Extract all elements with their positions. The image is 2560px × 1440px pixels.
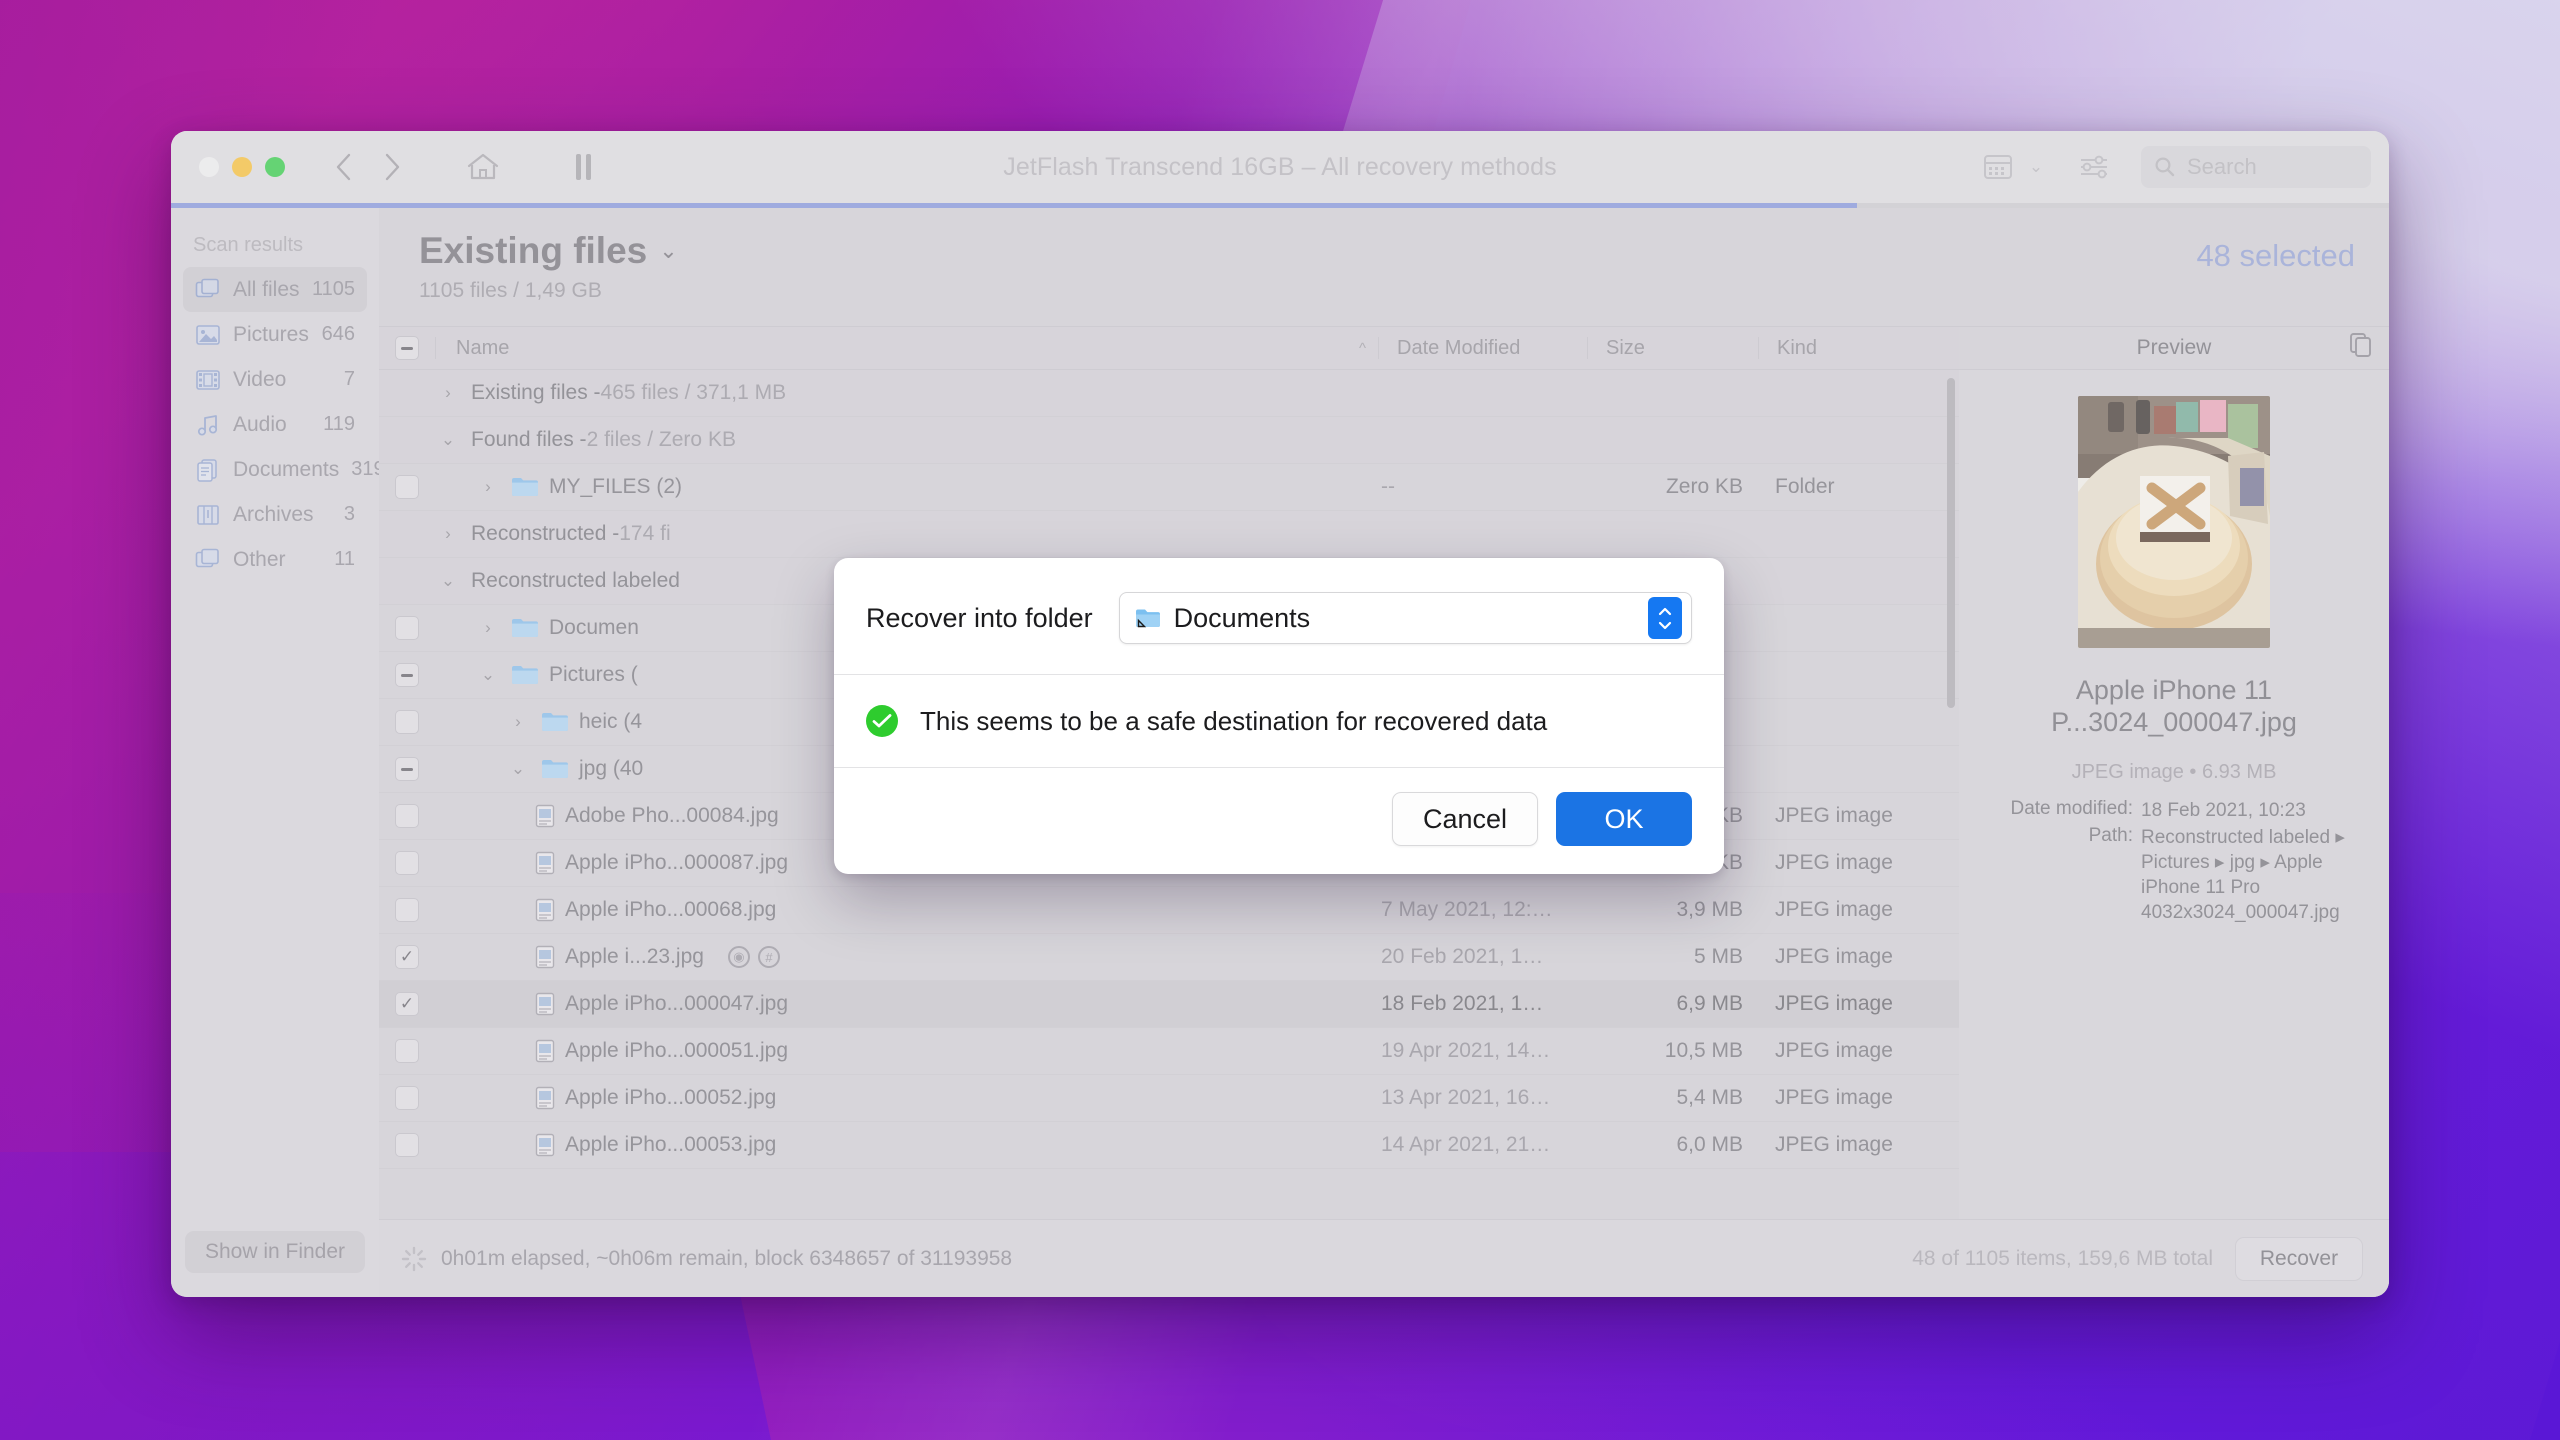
ok-button[interactable]: OK xyxy=(1556,792,1692,846)
folder-select-value: Documents xyxy=(1173,602,1311,633)
folder-alias-icon xyxy=(1134,606,1162,630)
check-circle-icon xyxy=(866,705,898,737)
dialog-folder-row: Recover into folder Documents xyxy=(834,558,1724,674)
stepper-up-down-icon[interactable] xyxy=(1648,597,1682,639)
dialog-status-message: This seems to be a safe destination for … xyxy=(920,705,1548,736)
cancel-button[interactable]: Cancel xyxy=(1391,792,1538,846)
dialog-status-row: This seems to be a safe destination for … xyxy=(834,674,1724,768)
recover-destination-dialog: Recover into folder Documents This seems… xyxy=(834,558,1724,874)
dialog-button-row: Cancel OK xyxy=(834,768,1724,874)
folder-select[interactable]: Documents xyxy=(1118,592,1692,644)
dialog-field-label: Recover into folder xyxy=(866,602,1093,633)
